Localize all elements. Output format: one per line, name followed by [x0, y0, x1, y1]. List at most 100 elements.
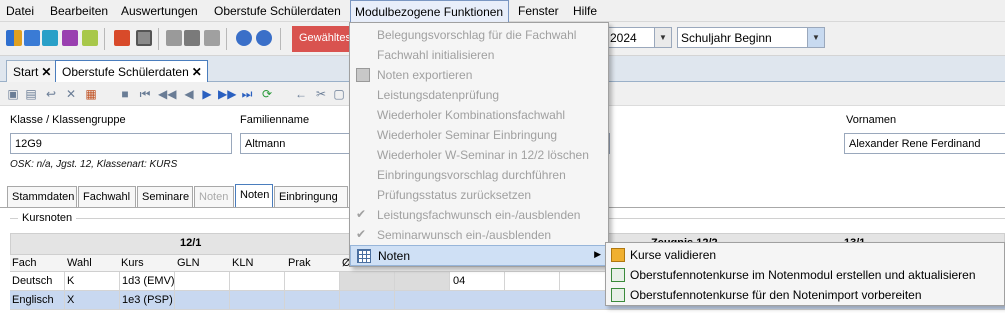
period-combo-value: Schuljahr Beginn: [681, 31, 772, 45]
cell-kurs: 1e3 (PSP): [122, 294, 173, 306]
menu-hilfe[interactable]: Hilfe: [573, 4, 597, 18]
tab-noten-disabled: Noten: [194, 186, 234, 208]
cut-icon[interactable]: ✂: [314, 87, 328, 101]
menu-datei[interactable]: Datei: [6, 4, 34, 18]
chevron-down-icon[interactable]: ▼: [807, 28, 824, 47]
new-record-icon[interactable]: ▣: [6, 87, 20, 101]
firstname-field[interactable]: Alexander Rene Ferdinand: [844, 133, 1005, 154]
students-icon[interactable]: [6, 30, 22, 46]
records-icon[interactable]: ■: [118, 87, 132, 101]
year-combo-value: 2024: [610, 31, 637, 45]
paste-icon[interactable]: ▢: [332, 87, 346, 101]
toolbar-separator: [226, 28, 227, 50]
menu-item-noten-exportieren[interactable]: Noten exportieren: [350, 65, 608, 85]
menu-item-pruefungsstatus-zuruecksetzen[interactable]: Prüfungsstatus zurücksetzen: [350, 185, 608, 205]
grid-cell: [175, 291, 230, 309]
save-icon[interactable]: ▤: [24, 87, 38, 101]
print-icon[interactable]: [136, 30, 152, 46]
back-icon[interactable]: ←: [294, 87, 308, 101]
module-icon[interactable]: [184, 30, 200, 46]
grid-cell: [230, 291, 285, 309]
menu-item-wiederholer-w-seminar-loeschen[interactable]: Wiederholer W-Seminar in 12/2 löschen: [350, 145, 608, 165]
first-record-icon[interactable]: ⏮: [138, 87, 152, 102]
cell-wahl: K: [67, 275, 75, 287]
menu-item-einbringungsvorschlag[interactable]: Einbringungsvorschlag durchführen: [350, 165, 608, 185]
col-header-fach: Fach: [12, 257, 37, 269]
modulbezogene-funktionen-menu: Belegungsvorschlag für die Fachwahl Fach…: [349, 22, 609, 267]
menu-item-fachwahl-initialisieren[interactable]: Fachwahl initialisieren: [350, 45, 608, 65]
menu-item-leistungsfachwunsch[interactable]: ✔ Leistungsfachwunsch ein-/ausblenden: [350, 205, 608, 225]
tab-stammdaten[interactable]: Stammdaten: [7, 186, 77, 208]
menu-item-label: Wiederholer W-Seminar in 12/2 löschen: [377, 148, 589, 162]
submenu-arrow-icon: ▶: [594, 249, 601, 259]
menu-fenster[interactable]: Fenster: [518, 4, 559, 18]
menu-modulbezogene-funktionen[interactable]: Modulbezogene Funktionen: [350, 0, 510, 22]
export-icon: [356, 68, 370, 82]
menu-item-wiederholer-seminar-einbringung[interactable]: Wiederholer Seminar Einbringung: [350, 125, 608, 145]
subject-icon[interactable]: [82, 30, 98, 46]
teacher-icon[interactable]: [42, 30, 58, 46]
menu-item-noten[interactable]: Noten ▶: [350, 245, 608, 266]
menu-item-seminarwunsch[interactable]: ✔ Seminarwunsch ein-/ausblenden: [350, 225, 608, 245]
check-icon: ✔: [356, 227, 367, 241]
col-header-prak: Prak: [288, 257, 311, 269]
lightning-icon[interactable]: [204, 30, 220, 46]
close-icon[interactable]: ✕: [41, 65, 51, 79]
menu-item-label: Wiederholer Kombinationsfachwahl: [377, 108, 566, 122]
tab-einbringung[interactable]: Einbringung: [274, 186, 348, 208]
tab-label: Oberstufe Schülerdaten: [62, 65, 189, 79]
menu-item-label: Prüfungsstatus zurücksetzen: [377, 188, 532, 202]
refresh-icon[interactable]: ⟳: [260, 87, 274, 101]
submenu-item-kurse-validieren[interactable]: Kurse validieren: [606, 245, 1004, 265]
class-icon[interactable]: [24, 30, 40, 46]
close-icon[interactable]: ✕: [192, 65, 202, 79]
period-combo[interactable]: Schuljahr Beginn ▼: [677, 27, 825, 48]
book-icon[interactable]: [114, 30, 130, 46]
toolbar-separator: [280, 28, 281, 50]
menu-bearbeiten[interactable]: Bearbeiten: [50, 4, 108, 18]
course-icon[interactable]: [62, 30, 78, 46]
menu-item-wiederholer-kombinationsfachwahl[interactable]: Wiederholer Kombinationsfachwahl: [350, 105, 608, 125]
menu-item-label: Leistungsfachwunsch ein-/ausblenden: [377, 208, 581, 222]
menu-auswertungen[interactable]: Auswertungen: [121, 4, 198, 18]
undo-icon[interactable]: ↩: [44, 87, 58, 101]
menu-item-label: Seminarwunsch ein-/ausblenden: [377, 228, 552, 242]
menu-item-label: Fachwahl initialisieren: [377, 48, 495, 62]
chevron-down-icon[interactable]: ▼: [654, 28, 671, 47]
next-record-icon[interactable]: ▶: [200, 87, 214, 101]
menu-item-label: Noten exportieren: [377, 68, 473, 82]
year-combo[interactable]: 2024 ▼: [606, 27, 672, 48]
tab-seminare[interactable]: Seminare: [137, 186, 193, 208]
group-header-12-1: 12/1: [180, 237, 202, 249]
help-icon[interactable]: [256, 30, 272, 46]
tab-start[interactable]: Start ✕: [6, 60, 58, 82]
create-courses-icon: [611, 268, 625, 282]
cell-mdl[interactable]: 04: [453, 275, 465, 287]
form-icon[interactable]: ▦: [84, 87, 98, 101]
last-record-icon[interactable]: ⏭: [240, 87, 254, 102]
toolbar-separator: [104, 28, 105, 50]
prev-page-icon[interactable]: ◀◀: [158, 87, 176, 101]
delete-icon[interactable]: ✕: [64, 87, 78, 101]
submenu-item-notenkurse-erstellen[interactable]: Oberstufennotenkurse im Notenmodul erste…: [606, 265, 1004, 285]
copy-icon[interactable]: [166, 30, 182, 46]
grid-cell: [230, 272, 285, 290]
cell-kurs: 1d3 (EMV): [122, 275, 175, 287]
menu-item-leistungsdatenpruefung[interactable]: Leistungsdatenprüfung: [350, 85, 608, 105]
next-page-icon[interactable]: ▶▶: [218, 87, 236, 101]
grid-cell: [340, 291, 395, 309]
menu-item-label: Leistungsdatenprüfung: [377, 88, 500, 102]
prev-record-icon[interactable]: ◀: [182, 87, 196, 101]
table-icon: [357, 249, 371, 263]
menu-oberstufe-schuelerdaten[interactable]: Oberstufe Schülerdaten: [214, 4, 341, 18]
grid-cell: [285, 272, 340, 290]
tab-fachwahl[interactable]: Fachwahl: [78, 186, 136, 208]
class-field[interactable]: 12G9: [10, 133, 232, 154]
tab-noten[interactable]: Noten: [235, 184, 273, 208]
grid-cell: [505, 272, 560, 290]
submenu-item-notenimport-vorbereiten[interactable]: Oberstufennotenkurse für den Notenimport…: [606, 285, 1004, 305]
selected-record-button[interactable]: Gewähltes: [292, 26, 354, 52]
tab-oberstufe-schuelerdaten[interactable]: Oberstufe Schülerdaten ✕: [55, 60, 208, 82]
info-icon[interactable]: [236, 30, 252, 46]
menu-item-belegungsvorschlag[interactable]: Belegungsvorschlag für die Fachwahl: [350, 25, 608, 45]
